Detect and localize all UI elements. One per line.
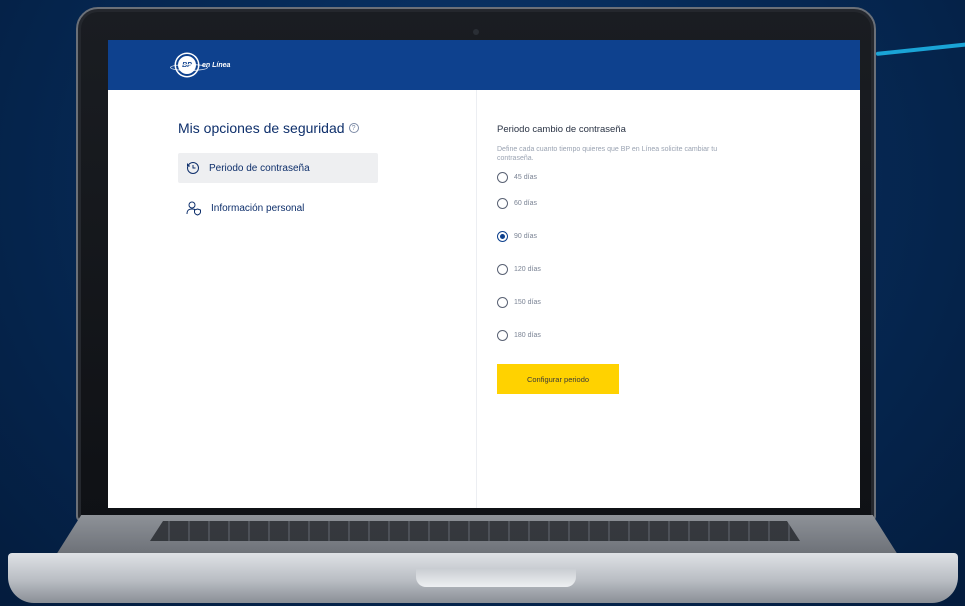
- brand-logo[interactable]: BP en Línea: [170, 54, 230, 76]
- question-circle-icon[interactable]: ?: [348, 123, 359, 133]
- radio-label: 90 días: [514, 233, 537, 240]
- logo-badge: BP: [170, 54, 208, 76]
- radio-option-90[interactable]: 90 días: [497, 220, 757, 253]
- section-title: Periodo cambio de contraseña: [497, 124, 626, 135]
- radio-button[interactable]: [497, 297, 508, 308]
- section-description: Define cada cuanto tiempo quieres que BP…: [497, 146, 718, 162]
- radio-label: 120 días: [514, 266, 541, 273]
- column-divider: [476, 90, 477, 508]
- sidebar-item-personal-info[interactable]: Información personal: [178, 193, 378, 223]
- page-title: Mis opciones de seguridad ?: [178, 120, 388, 136]
- sidebar-item-label: Periodo de contraseña: [209, 162, 310, 174]
- configure-period-button[interactable]: Configurar periodo: [497, 364, 619, 394]
- app-screen: BP en Línea Mis opciones de seguridad ?: [108, 40, 860, 508]
- security-sidebar: Mis opciones de seguridad ? Periodo de c…: [178, 120, 388, 223]
- page-title-text: Mis opciones de seguridad: [178, 120, 345, 136]
- radio-option-45[interactable]: 45 días: [497, 167, 757, 187]
- radio-option-180[interactable]: 180 días: [497, 319, 757, 352]
- radio-option-60[interactable]: 60 días: [497, 187, 757, 220]
- radio-button[interactable]: [497, 198, 508, 209]
- sidebar-item-label: Información personal: [211, 202, 305, 214]
- radio-label: 60 días: [514, 200, 537, 207]
- radio-button[interactable]: [497, 330, 508, 341]
- radio-label: 150 días: [514, 299, 541, 306]
- laptop-camera: [473, 29, 479, 35]
- period-options: 45 días 60 días 90 días 120 días 150 día…: [497, 167, 757, 352]
- top-bar: BP en Línea: [108, 40, 860, 90]
- radio-option-150[interactable]: 150 días: [497, 286, 757, 319]
- sidebar-item-password-period[interactable]: Periodo de contraseña: [178, 153, 378, 183]
- radio-label: 180 días: [514, 332, 541, 339]
- laptop-keyboard: [150, 521, 800, 541]
- radio-button[interactable]: [497, 264, 508, 275]
- decorative-accent-line: [875, 42, 965, 56]
- radio-label: 45 días: [514, 173, 537, 181]
- main-content: Mis opciones de seguridad ? Periodo de c…: [108, 90, 860, 508]
- password-period-panel: Periodo cambio de contraseña Define cada…: [497, 124, 757, 394]
- radio-option-120[interactable]: 120 días: [497, 253, 757, 286]
- laptop-opening-notch: [416, 568, 576, 587]
- logo-monogram: BP: [182, 61, 192, 69]
- radio-button-selected[interactable]: [497, 231, 508, 242]
- clock-history-icon: [186, 161, 200, 175]
- radio-button[interactable]: [497, 171, 508, 183]
- user-shield-icon: [186, 200, 202, 216]
